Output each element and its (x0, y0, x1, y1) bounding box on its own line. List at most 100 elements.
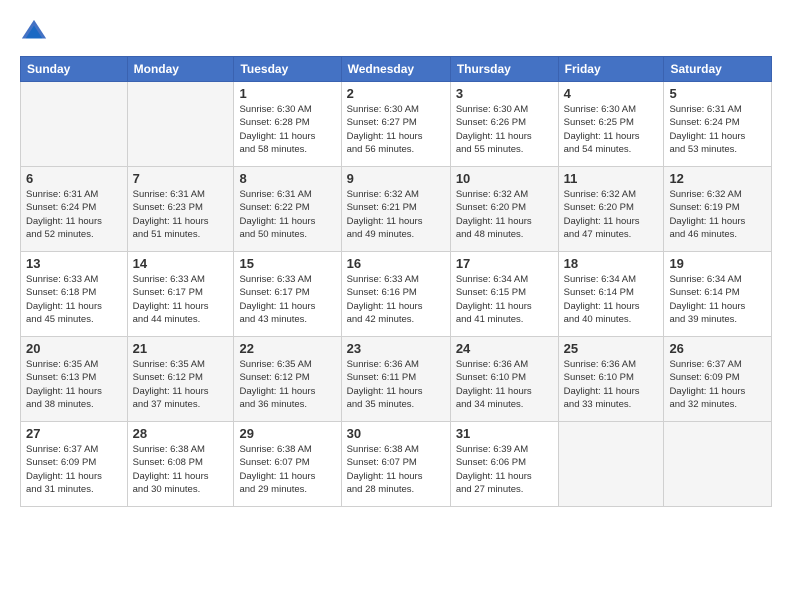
day-number: 2 (347, 86, 445, 101)
day-number: 13 (26, 256, 122, 271)
weekday-header-tuesday: Tuesday (234, 57, 341, 82)
day-info: Sunrise: 6:31 AM Sunset: 6:24 PM Dayligh… (26, 188, 122, 241)
day-info: Sunrise: 6:31 AM Sunset: 6:23 PM Dayligh… (133, 188, 229, 241)
calendar-cell: 8 Sunrise: 6:31 AM Sunset: 6:22 PM Daylig… (234, 167, 341, 252)
day-info: Sunrise: 6:36 AM Sunset: 6:10 PM Dayligh… (456, 358, 553, 411)
calendar-cell: 12Sunrise: 6:32 AM Sunset: 6:19 PM Dayli… (664, 167, 772, 252)
calendar-cell: 16 Sunrise: 6:33 AM Sunset: 6:16 PM Dayli… (341, 252, 450, 337)
calendar-cell: 31 Sunrise: 6:39 AM Sunset: 6:06 PM Dayli… (450, 422, 558, 507)
day-info: Sunrise: 6:33 AM Sunset: 6:17 PM Dayligh… (133, 273, 229, 326)
day-info: Sunrise: 6:39 AM Sunset: 6:06 PM Dayligh… (456, 443, 553, 496)
calendar-cell: 26 Sunrise: 6:37 AM Sunset: 6:09 PM Dayli… (664, 337, 772, 422)
calendar-cell: 5 Sunrise: 6:31 AM Sunset: 6:24 PM Daylig… (664, 82, 772, 167)
calendar-cell: 21Sunrise: 6:35 AM Sunset: 6:12 PM Dayli… (127, 337, 234, 422)
calendar-cell: 28 Sunrise: 6:38 AM Sunset: 6:08 PM Dayli… (127, 422, 234, 507)
day-number: 7 (133, 171, 229, 186)
logo-icon (20, 18, 48, 46)
day-info: Sunrise: 6:38 AM Sunset: 6:08 PM Dayligh… (133, 443, 229, 496)
weekday-header-saturday: Saturday (664, 57, 772, 82)
weekday-header-friday: Friday (558, 57, 664, 82)
day-info: Sunrise: 6:34 AM Sunset: 6:15 PM Dayligh… (456, 273, 553, 326)
calendar-cell (664, 422, 772, 507)
day-number: 25 (564, 341, 659, 356)
day-number: 23 (347, 341, 445, 356)
day-number: 3 (456, 86, 553, 101)
weekday-header-wednesday: Wednesday (341, 57, 450, 82)
calendar-cell (127, 82, 234, 167)
day-number: 10 (456, 171, 553, 186)
day-number: 1 (239, 86, 335, 101)
calendar-cell: 1 Sunrise: 6:30 AM Sunset: 6:28 PM Daylig… (234, 82, 341, 167)
calendar-cell: 4 Sunrise: 6:30 AM Sunset: 6:25 PM Daylig… (558, 82, 664, 167)
calendar-cell (21, 82, 128, 167)
calendar-cell: 25 Sunrise: 6:36 AM Sunset: 6:10 PM Dayli… (558, 337, 664, 422)
day-number: 11 (564, 171, 659, 186)
calendar-cell: 24Sunrise: 6:36 AM Sunset: 6:10 PM Dayli… (450, 337, 558, 422)
day-info: Sunrise: 6:32 AM Sunset: 6:21 PM Dayligh… (347, 188, 445, 241)
calendar-cell: 11 Sunrise: 6:32 AM Sunset: 6:20 PM Dayli… (558, 167, 664, 252)
day-info: Sunrise: 6:33 AM Sunset: 6:18 PM Dayligh… (26, 273, 122, 326)
day-number: 15 (239, 256, 335, 271)
calendar-cell: 18 Sunrise: 6:34 AM Sunset: 6:14 PM Dayli… (558, 252, 664, 337)
day-info: Sunrise: 6:30 AM Sunset: 6:26 PM Dayligh… (456, 103, 553, 156)
day-number: 20 (26, 341, 122, 356)
day-number: 8 (239, 171, 335, 186)
day-info: Sunrise: 6:31 AM Sunset: 6:22 PM Dayligh… (239, 188, 335, 241)
day-number: 14 (133, 256, 229, 271)
day-info: Sunrise: 6:30 AM Sunset: 6:28 PM Dayligh… (239, 103, 335, 156)
calendar-cell: 23 Sunrise: 6:36 AM Sunset: 6:11 PM Dayli… (341, 337, 450, 422)
calendar-cell: 17 Sunrise: 6:34 AM Sunset: 6:15 PM Dayli… (450, 252, 558, 337)
day-number: 29 (239, 426, 335, 441)
calendar-cell: 2 Sunrise: 6:30 AM Sunset: 6:27 PM Daylig… (341, 82, 450, 167)
calendar-week-row: 6 Sunrise: 6:31 AM Sunset: 6:24 PM Daylig… (21, 167, 772, 252)
day-number: 16 (347, 256, 445, 271)
calendar-cell: 20 Sunrise: 6:35 AM Sunset: 6:13 PM Dayli… (21, 337, 128, 422)
day-info: Sunrise: 6:33 AM Sunset: 6:16 PM Dayligh… (347, 273, 445, 326)
day-number: 4 (564, 86, 659, 101)
day-info: Sunrise: 6:38 AM Sunset: 6:07 PM Dayligh… (347, 443, 445, 496)
day-number: 6 (26, 171, 122, 186)
calendar-cell: 29Sunrise: 6:38 AM Sunset: 6:07 PM Dayli… (234, 422, 341, 507)
day-info: Sunrise: 6:32 AM Sunset: 6:20 PM Dayligh… (456, 188, 553, 241)
calendar-week-row: 27Sunrise: 6:37 AM Sunset: 6:09 PM Dayli… (21, 422, 772, 507)
calendar-cell: 10 Sunrise: 6:32 AM Sunset: 6:20 PM Dayli… (450, 167, 558, 252)
day-info: Sunrise: 6:34 AM Sunset: 6:14 PM Dayligh… (669, 273, 766, 326)
day-number: 9 (347, 171, 445, 186)
header (20, 18, 772, 46)
day-info: Sunrise: 6:30 AM Sunset: 6:27 PM Dayligh… (347, 103, 445, 156)
calendar-table: SundayMondayTuesdayWednesdayThursdayFrid… (20, 56, 772, 507)
day-info: Sunrise: 6:35 AM Sunset: 6:12 PM Dayligh… (239, 358, 335, 411)
day-info: Sunrise: 6:35 AM Sunset: 6:13 PM Dayligh… (26, 358, 122, 411)
day-number: 30 (347, 426, 445, 441)
day-info: Sunrise: 6:36 AM Sunset: 6:11 PM Dayligh… (347, 358, 445, 411)
day-number: 18 (564, 256, 659, 271)
day-number: 5 (669, 86, 766, 101)
calendar-cell (558, 422, 664, 507)
calendar-cell: 3 Sunrise: 6:30 AM Sunset: 6:26 PM Daylig… (450, 82, 558, 167)
calendar-cell: 7 Sunrise: 6:31 AM Sunset: 6:23 PM Daylig… (127, 167, 234, 252)
day-info: Sunrise: 6:34 AM Sunset: 6:14 PM Dayligh… (564, 273, 659, 326)
calendar-cell: 27Sunrise: 6:37 AM Sunset: 6:09 PM Dayli… (21, 422, 128, 507)
day-number: 28 (133, 426, 229, 441)
weekday-header-sunday: Sunday (21, 57, 128, 82)
day-number: 26 (669, 341, 766, 356)
calendar-cell: 14 Sunrise: 6:33 AM Sunset: 6:17 PM Dayli… (127, 252, 234, 337)
day-info: Sunrise: 6:37 AM Sunset: 6:09 PM Dayligh… (26, 443, 122, 496)
calendar-cell: 9 Sunrise: 6:32 AM Sunset: 6:21 PM Daylig… (341, 167, 450, 252)
day-number: 21 (133, 341, 229, 356)
calendar-week-row: 1 Sunrise: 6:30 AM Sunset: 6:28 PM Daylig… (21, 82, 772, 167)
day-info: Sunrise: 6:32 AM Sunset: 6:20 PM Dayligh… (564, 188, 659, 241)
calendar-cell: 22Sunrise: 6:35 AM Sunset: 6:12 PM Dayli… (234, 337, 341, 422)
calendar-cell: 15Sunrise: 6:33 AM Sunset: 6:17 PM Dayli… (234, 252, 341, 337)
day-number: 17 (456, 256, 553, 271)
day-info: Sunrise: 6:30 AM Sunset: 6:25 PM Dayligh… (564, 103, 659, 156)
page: SundayMondayTuesdayWednesdayThursdayFrid… (0, 0, 792, 612)
calendar-cell: 30 Sunrise: 6:38 AM Sunset: 6:07 PM Dayli… (341, 422, 450, 507)
calendar-cell: 6 Sunrise: 6:31 AM Sunset: 6:24 PM Daylig… (21, 167, 128, 252)
day-info: Sunrise: 6:36 AM Sunset: 6:10 PM Dayligh… (564, 358, 659, 411)
day-info: Sunrise: 6:31 AM Sunset: 6:24 PM Dayligh… (669, 103, 766, 156)
day-number: 31 (456, 426, 553, 441)
day-info: Sunrise: 6:37 AM Sunset: 6:09 PM Dayligh… (669, 358, 766, 411)
weekday-header-row: SundayMondayTuesdayWednesdayThursdayFrid… (21, 57, 772, 82)
day-number: 19 (669, 256, 766, 271)
